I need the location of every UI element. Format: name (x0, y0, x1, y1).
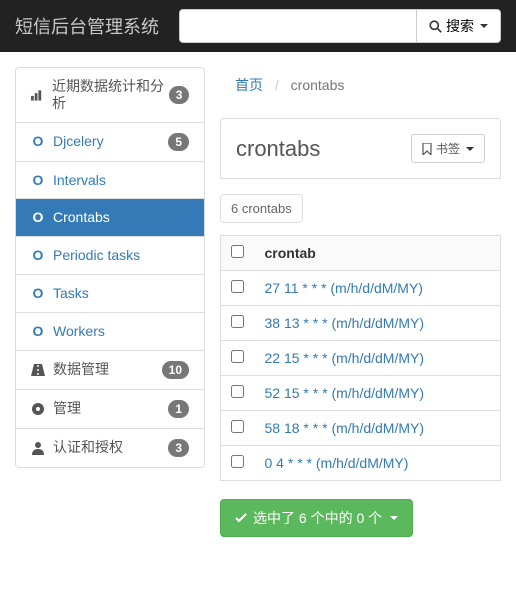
caret-down-icon (466, 147, 474, 151)
badge: 3 (169, 86, 189, 104)
table-row: 27 11 * * * (m/h/d/dM/MY) (221, 271, 501, 306)
main-content: 首页 / crontabs crontabs 书签 6 crontabs cro… (220, 67, 501, 537)
table-row: 52 15 * * * (m/h/d/dM/MY) (221, 376, 501, 411)
circle-icon: O (31, 172, 45, 189)
navbar: 短信后台管理系统 搜索 (0, 0, 516, 52)
sidebar-item-crontabs[interactable]: O Crontabs (16, 199, 204, 237)
row-checkbox[interactable] (231, 385, 244, 398)
bookmark-button[interactable]: 书签 (411, 134, 485, 163)
badge: 1 (168, 400, 189, 418)
row-checkbox[interactable] (231, 455, 244, 468)
sidebar-item-intervals[interactable]: O Intervals (16, 162, 204, 200)
breadcrumb-current: crontabs (291, 77, 345, 93)
caret-down-icon (480, 24, 488, 28)
selection-label: 选中了 6 个中的 0 个 (253, 508, 382, 528)
crontab-link[interactable]: 38 13 * * * (m/h/d/dM/MY) (265, 315, 425, 331)
select-all-checkbox[interactable] (231, 245, 244, 258)
sidebar-item-label: Djcelery (53, 133, 104, 150)
search-input[interactable] (179, 9, 417, 43)
sidebar-item-stats[interactable]: 近期数据统计和分析 3 (16, 68, 204, 123)
breadcrumb-sep: / (275, 77, 279, 93)
sidebar-item-datamgmt[interactable]: 数据管理 10 (16, 351, 204, 390)
table-row: 58 18 * * * (m/h/d/dM/MY) (221, 411, 501, 446)
search-form: 搜索 (179, 9, 501, 43)
row-checkbox[interactable] (231, 420, 244, 433)
crontab-link[interactable]: 52 15 * * * (m/h/d/dM/MY) (265, 385, 425, 401)
table-row: 0 4 * * * (m/h/d/dM/MY) (221, 446, 501, 481)
page-title: crontabs (236, 136, 320, 162)
sidebar-item-periodic-tasks[interactable]: O Periodic tasks (16, 237, 204, 275)
table-row: 22 15 * * * (m/h/d/dM/MY) (221, 341, 501, 376)
sidebar-item-label: Periodic tasks (53, 247, 140, 264)
circle-icon: O (31, 133, 45, 150)
crontab-link[interactable]: 58 18 * * * (m/h/d/dM/MY) (265, 420, 425, 436)
circle-icon: O (31, 323, 45, 340)
breadcrumb-home[interactable]: 首页 (235, 77, 263, 93)
circle-icon: O (31, 247, 45, 264)
caret-down-icon (390, 516, 398, 520)
bookmark-icon (422, 143, 432, 155)
row-checkbox[interactable] (231, 315, 244, 328)
badge: 3 (168, 439, 189, 457)
sidebar-item-label: 认证和授权 (53, 439, 123, 456)
gear-icon (31, 402, 45, 416)
circle-icon: O (31, 209, 45, 226)
sidebar-item-label: 数据管理 (53, 361, 109, 378)
crontab-link[interactable]: 0 4 * * * (m/h/d/dM/MY) (265, 455, 409, 471)
sidebar-item-label: Intervals (53, 172, 106, 189)
crontab-link[interactable]: 22 15 * * * (m/h/d/dM/MY) (265, 350, 425, 366)
sidebar-item-tasks[interactable]: O Tasks (16, 275, 204, 313)
circle-icon: O (31, 285, 45, 302)
sidebar-item-label: 近期数据统计和分析 (52, 78, 169, 112)
road-icon (31, 364, 45, 376)
badge: 5 (168, 133, 189, 151)
panel-header: crontabs 书签 (220, 118, 501, 179)
search-icon (429, 20, 442, 33)
crontab-link[interactable]: 27 11 * * * (m/h/d/dM/MY) (265, 280, 423, 296)
sidebar-item-workers[interactable]: O Workers (16, 313, 204, 351)
breadcrumb: 首页 / crontabs (220, 67, 501, 103)
sidebar-item-label: Workers (53, 323, 105, 340)
sidebar-item-label: 管理 (53, 400, 81, 417)
selection-button[interactable]: 选中了 6 个中的 0 个 (220, 499, 413, 537)
sidebar-item-label: Crontabs (53, 209, 110, 226)
search-label: 搜索 (446, 16, 474, 36)
table-row: 38 13 * * * (m/h/d/dM/MY) (221, 306, 501, 341)
user-icon (31, 441, 45, 455)
sidebar-item-djcelery[interactable]: O Djcelery 5 (16, 123, 204, 162)
sidebar-item-label: Tasks (53, 285, 89, 302)
row-checkbox[interactable] (231, 350, 244, 363)
check-icon (235, 512, 247, 524)
badge: 10 (162, 361, 189, 379)
col-header-crontab[interactable]: crontab (255, 236, 501, 271)
sidebar-item-auth[interactable]: 认证和授权 3 (16, 429, 204, 467)
crontab-table: crontab 27 11 * * * (m/h/d/dM/MY) 38 13 … (220, 235, 501, 481)
sidebar: 近期数据统计和分析 3 O Djcelery 5 O Intervals O Cron… (15, 67, 205, 468)
chart-icon (31, 89, 44, 101)
search-button[interactable]: 搜索 (417, 9, 501, 43)
sidebar-item-admin[interactable]: 管理 1 (16, 390, 204, 429)
count-pill: 6 crontabs (220, 194, 303, 223)
brand-title: 短信后台管理系统 (15, 13, 159, 39)
row-checkbox[interactable] (231, 280, 244, 293)
bookmark-label: 书签 (436, 140, 460, 157)
